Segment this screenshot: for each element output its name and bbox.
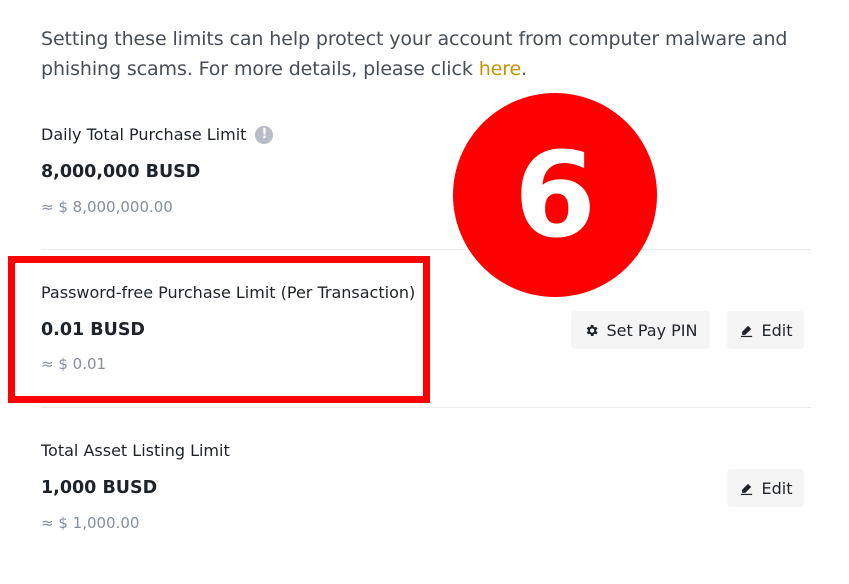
edit-asset-listing-button[interactable]: Edit xyxy=(727,469,804,507)
daily-limit-approx: ≈ $ 8,000,000.00 xyxy=(41,198,173,216)
section-divider xyxy=(41,249,811,250)
section-divider xyxy=(41,407,811,408)
set-pay-pin-label: Set Pay PIN xyxy=(606,320,698,340)
step-number-badge: 6 xyxy=(453,93,657,297)
highlight-box xyxy=(8,256,430,403)
asset-listing-limit-label: Total Asset Listing Limit xyxy=(41,441,230,460)
edit-password-free-button[interactable]: Edit xyxy=(727,311,804,349)
edit-label: Edit xyxy=(761,320,793,340)
daily-limit-title: Daily Total Purchase Limit xyxy=(41,125,247,144)
asset-listing-limit-amount: 1,000 BUSD xyxy=(41,478,158,498)
gear-icon xyxy=(584,323,599,338)
intro-body: Setting these limits can help protect yo… xyxy=(41,28,788,80)
edit-label: Edit xyxy=(761,478,793,498)
edit-icon xyxy=(739,323,754,338)
daily-limit-label: Daily Total Purchase Limit ! xyxy=(41,125,274,145)
edit-icon xyxy=(739,481,754,496)
intro-period: . xyxy=(521,58,528,80)
details-link[interactable]: here xyxy=(479,58,522,80)
step-number: 6 xyxy=(513,126,597,264)
intro-text: Setting these limits can help protect yo… xyxy=(41,24,801,84)
exclamation-circle-icon[interactable]: ! xyxy=(255,126,274,144)
set-pay-pin-button[interactable]: Set Pay PIN xyxy=(571,311,710,349)
asset-listing-limit-approx: ≈ $ 1,000.00 xyxy=(41,514,140,532)
daily-limit-amount: 8,000,000 BUSD xyxy=(41,162,201,182)
